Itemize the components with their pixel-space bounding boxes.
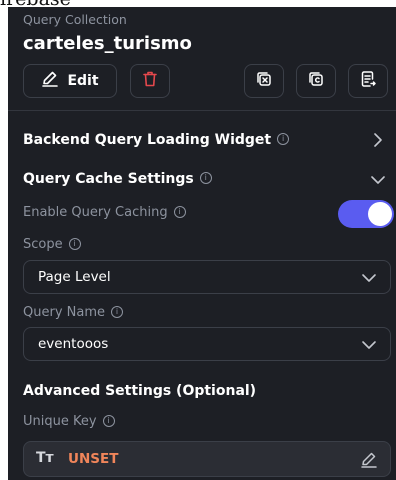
edit-button[interactable]: Edit: [23, 64, 117, 98]
query-cache-settings-row[interactable]: Query Cache Settings i: [23, 171, 212, 187]
query-name-label-text: Query Name: [23, 305, 105, 320]
enable-query-caching-toggle[interactable]: [338, 200, 394, 228]
unique-key-label-text: Unique Key: [23, 414, 97, 429]
divider: [8, 110, 396, 111]
pencil-icon[interactable]: [360, 451, 378, 473]
info-icon[interactable]: i: [111, 305, 123, 318]
advanced-settings-title: Advanced Settings (Optional): [23, 383, 257, 399]
delete-button[interactable]: [130, 64, 170, 98]
info-icon[interactable]: i: [277, 133, 290, 145]
chevron-right-icon[interactable]: [371, 131, 385, 153]
export-button[interactable]: [348, 64, 388, 98]
backend-query-widget-row[interactable]: Backend Query Loading Widget i: [23, 132, 290, 148]
scope-select[interactable]: Page Level: [23, 260, 391, 294]
copy-button[interactable]: [296, 64, 336, 98]
enable-query-caching-text: Enable Query Caching: [23, 205, 168, 220]
background-window-title-strip: irebase: [0, 0, 396, 7]
backend-query-widget-title: Backend Query Loading Widget: [23, 132, 272, 148]
info-icon[interactable]: i: [199, 172, 212, 184]
query-name-select[interactable]: eventooos: [23, 327, 391, 361]
query-cache-settings-title: Query Cache Settings: [23, 171, 194, 187]
clear-button[interactable]: [244, 64, 284, 98]
trash-icon: [141, 70, 159, 92]
enable-query-caching-label: Enable Query Caching i: [23, 205, 186, 220]
query-collection-label: Query Collection: [23, 12, 127, 27]
scope-select-value: Page Level: [38, 269, 111, 285]
chevron-down-icon[interactable]: [369, 172, 387, 191]
unique-key-label: Unique Key i: [23, 414, 115, 429]
export-icon: [359, 70, 377, 92]
copy-icon: [307, 70, 325, 92]
info-icon[interactable]: i: [173, 205, 186, 218]
query-settings-panel: Query Collection carteles_turismo Edit B…: [8, 7, 396, 480]
unique-key-value: UNSET: [68, 451, 119, 467]
info-icon[interactable]: i: [102, 414, 115, 427]
query-name-select-value: eventooos: [38, 336, 109, 352]
query-collection-name: carteles_turismo: [23, 33, 192, 54]
info-icon[interactable]: i: [68, 237, 81, 250]
text-type-icon: Tт: [36, 450, 54, 466]
chevron-down-icon: [360, 270, 378, 289]
query-name-label: Query Name i: [23, 305, 123, 320]
pencil-icon: [41, 70, 59, 92]
edit-button-label: Edit: [67, 73, 99, 89]
scope-label-text: Scope: [23, 237, 63, 252]
background-window-title: irebase: [0, 0, 71, 7]
toggle-knob: [368, 202, 392, 226]
unique-key-field[interactable]: Tт UNSET: [23, 441, 391, 477]
chevron-down-icon: [360, 337, 378, 356]
clear-icon: [255, 70, 273, 92]
scope-label: Scope i: [23, 237, 81, 252]
